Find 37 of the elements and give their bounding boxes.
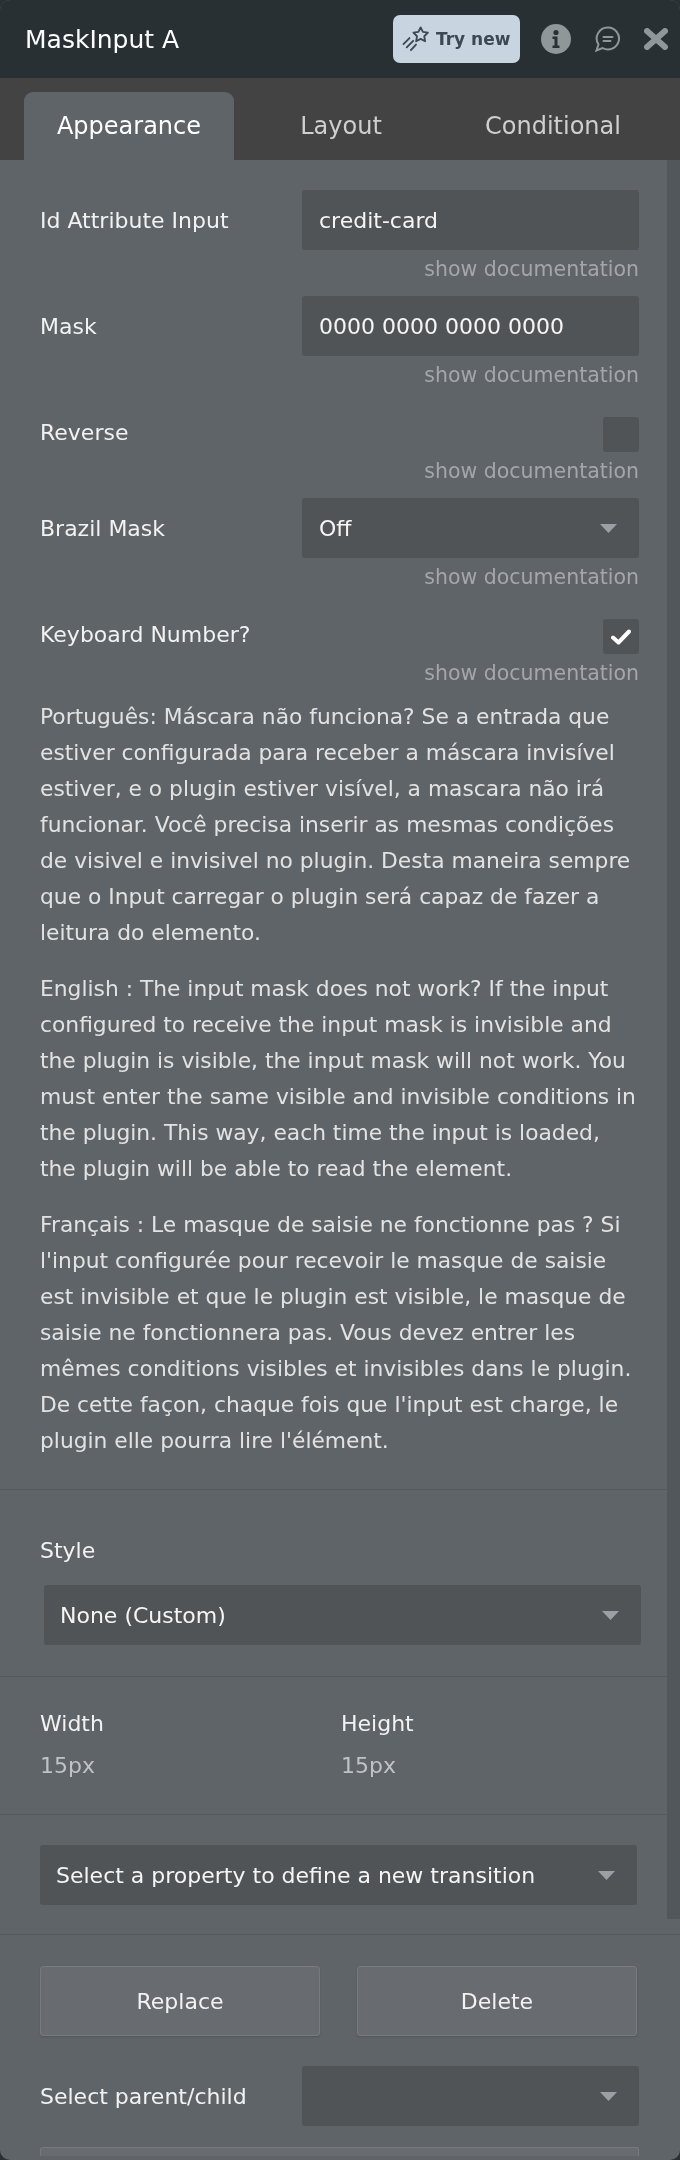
property-label: Id Attribute Input (40, 207, 229, 233)
caret-icon (600, 2091, 617, 2101)
size-label: Height (341, 1710, 414, 1738)
help-text: Français : Le masque de saisie ne fonctionne pas ? Si l'input configurée pour recevoir le masque de saisie est invisible et que le plugin est visible, le masque de saisie ne fonctionnera pas. Vous devez entrer les mêmes conditions visibles et invisibles dans le plugin. De cette façon, chaque fois que l'input est charge, le plugin elle pourra lire l'élément. (40, 1211, 633, 1455)
window-title: MaskInput A (25, 24, 180, 54)
try-new-button[interactable]: Try new (393, 15, 520, 63)
help-text: Português: Máscara não funciona? Se a entrada que estiver configurada para receber a máscara invisível estiver, e o plugin estiver visível, a mascara não irá funcionar. Você precisa inserir as mesmas condições de visivel e invisivel no plugin. Desta maneira sempre que o Input carregar o plugin será capaz de fazer a leitura do elemento. (40, 703, 632, 947)
help-text: English : The input mask does not work? If the input configured to receive the input mask is invisible and the plugin is visible, the input mask will not work. You must enter the same visible and invisible conditions in the plugin. This way, each time the input is loaded, the plugin will be able to read the element. (40, 975, 637, 1183)
property-label: Reverse (40, 419, 129, 445)
checkbox[interactable] (603, 619, 639, 654)
text-field[interactable]: credit-card (302, 190, 639, 250)
transition-dropdown[interactable]: Select a property to define a new transition (40, 1845, 637, 1905)
size-label: Width (40, 1710, 104, 1738)
caret-icon (600, 523, 617, 533)
action-button[interactable]: Delete (357, 1966, 637, 2036)
caret-icon (598, 1870, 615, 1880)
property-label: Mask (40, 313, 97, 339)
style-dropdown[interactable]: None (Custom) (44, 1585, 641, 1645)
size-value: 15px (341, 1752, 396, 1780)
tab[interactable]: Appearance (24, 92, 234, 160)
close-icon[interactable] (644, 28, 668, 50)
dropdown[interactable]: Off (302, 498, 639, 558)
chat-icon[interactable] (595, 26, 621, 52)
scrollbar-thumb[interactable] (667, 160, 680, 1919)
shooting-star-icon (402, 26, 430, 52)
style-label: Style (40, 1537, 97, 1565)
property-label: Brazil Mask (40, 515, 166, 541)
checkmark-icon (611, 628, 631, 645)
parent-child-label: Select parent/child (40, 2083, 247, 2109)
size-value: 15px (40, 1752, 95, 1780)
tab[interactable]: Conditional (448, 92, 658, 160)
tab[interactable]: Layout (236, 92, 446, 160)
text-field[interactable]: 0000 0000 0000 0000 (302, 296, 639, 356)
property-label: Keyboard Number? (40, 621, 251, 647)
action-button[interactable]: Replace (40, 1966, 320, 2036)
info-icon[interactable] (541, 24, 571, 54)
caret-icon (602, 1610, 619, 1620)
